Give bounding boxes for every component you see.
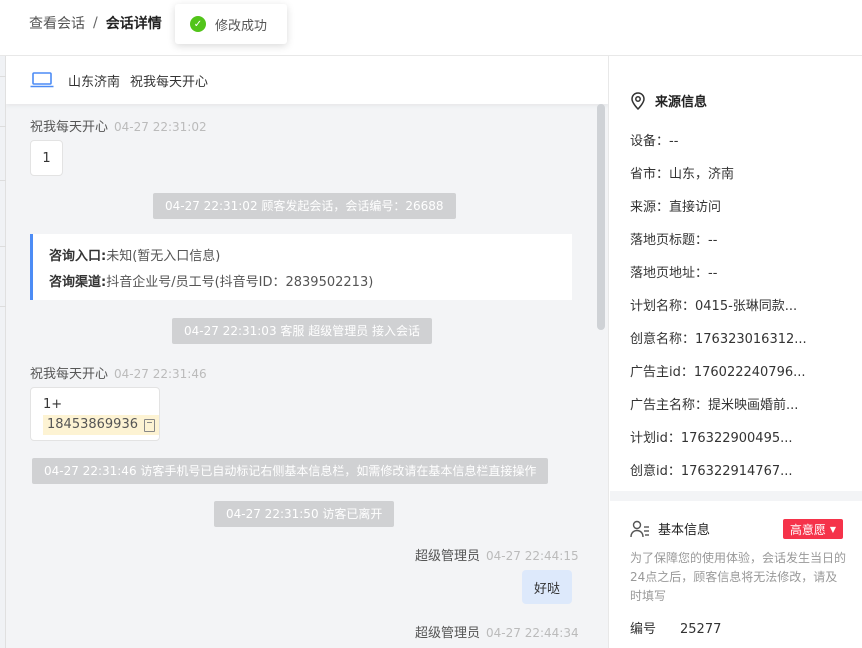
message-sender: 祝我每天开心: [30, 367, 109, 382]
chat-header: 山东济南 祝我每天开心: [6, 56, 608, 104]
intent-level-value: 高意愿: [789, 522, 826, 537]
source-field: 落地页标题：--: [630, 233, 718, 248]
phone-number-chip[interactable]: 18453869936: [43, 415, 159, 435]
caret-down-icon: ▼: [829, 524, 837, 534]
laptop-icon: [30, 72, 54, 88]
source-field: 省市：山东，济南: [630, 167, 735, 182]
info-sidebar: 来源信息 设备：-- 省市：山东，济南 来源：直接访问 落地页标题：-- 落地页…: [610, 56, 862, 648]
source-field: 计划id：176322900495...: [630, 431, 793, 446]
breadcrumb-separator: /: [93, 15, 98, 31]
section-divider: [610, 491, 862, 501]
system-message: 04-27 22:31:02 顾客发起会话，会话编号：26688: [153, 193, 456, 219]
customer-id-row: 编号 25277: [630, 618, 721, 637]
location-pin-icon: [631, 91, 645, 110]
breadcrumb-current: 会话详情: [105, 16, 162, 32]
phone-number: 18453869936: [47, 417, 138, 432]
breadcrumb-parent-link[interactable]: 查看会话: [29, 13, 85, 33]
message-meta: 超级管理员 04-27 22:44:15: [415, 545, 579, 564]
chat-panel: 山东济南 祝我每天开心 祝我每天开心 04-27 22:31:02 1 04-27…: [6, 56, 609, 648]
source-field: 落地页地址：--: [630, 266, 718, 281]
visitor-name: 祝我每天开心: [130, 74, 209, 90]
customer-id-value: 25277: [680, 622, 722, 637]
user-list-icon: [630, 520, 649, 537]
message-time: 04-27 22:31:02: [114, 120, 207, 134]
message-time: 04-27 22:44:34: [486, 626, 579, 640]
source-field: 广告主id：176022240796...: [630, 365, 806, 380]
entry-value: 未知(暂无入口信息): [106, 249, 221, 264]
message-sender: 祝我每天开心: [30, 120, 109, 135]
channel-value: 抖音企业号/员工号(抖音号ID：2839502213): [106, 275, 374, 290]
source-field: 创意名称：176323016312...: [630, 332, 807, 347]
success-toast: ✓ 修改成功: [175, 4, 287, 44]
source-field: 计划名称：0415-张琳同款...: [630, 299, 798, 314]
page-header: 查看会话 / 会话详情 ✓ 修改成功: [0, 0, 862, 56]
message-meta: 祝我每天开心 04-27 22:31:46: [30, 363, 207, 382]
message-meta: 超级管理员 04-27 22:44:34: [415, 622, 579, 641]
chat-scrollbar[interactable]: [597, 104, 605, 330]
section-title-text: 来源信息: [655, 95, 708, 110]
copy-icon[interactable]: [143, 418, 155, 432]
edit-notice: 为了保障您的使用体验，会话发生当日的24点之后，顾客信息将无法修改，请及时填写: [630, 551, 847, 603]
system-message: 04-27 22:31:50 访客已离开: [214, 501, 395, 527]
message-text: 1+: [43, 397, 63, 412]
agent-reply-bubble: 好哒: [522, 570, 572, 604]
visitor-location: 山东济南: [68, 74, 121, 90]
session-detail-page: 查看会话 / 会话详情 ✓ 修改成功 山东济南 祝我每天开心 祝我每天开心 04-…: [0, 0, 862, 648]
toast-message: 修改成功: [215, 18, 268, 34]
entry-label: 咨询入口:: [49, 249, 107, 264]
intent-level-dropdown[interactable]: 高意愿 ▼: [783, 519, 843, 539]
source-info-title: 来源信息: [630, 91, 707, 110]
basic-info-title: 基本信息: [630, 519, 710, 538]
message-time: 04-27 22:31:46: [114, 367, 207, 381]
section-title-text: 基本信息: [658, 523, 711, 538]
message-bubble: 1: [30, 140, 63, 176]
message-time: 04-27 22:44:15: [486, 549, 579, 563]
breadcrumb: 查看会话 / 会话详情: [29, 13, 162, 33]
consult-info-card: 咨询入口:未知(暂无入口信息) 咨询渠道:抖音企业号/员工号(抖音号ID：283…: [30, 234, 572, 300]
check-circle-icon: ✓: [190, 16, 206, 32]
message-bubble: 1+ 18453869936: [30, 387, 160, 441]
channel-label: 咨询渠道:: [49, 275, 107, 290]
message-sender: 超级管理员: [415, 626, 481, 641]
source-field: 来源：直接访问: [630, 200, 722, 215]
system-message: 04-27 22:31:46 访客手机号已自动标记右侧基本信息栏，如需修改请在基…: [32, 458, 549, 484]
customer-id-label: 编号: [630, 622, 657, 637]
source-field: 广告主名称：提米映画婚前...: [630, 398, 799, 413]
message-meta: 祝我每天开心 04-27 22:31:02: [30, 116, 207, 135]
system-message: 04-27 22:31:03 客服 超级管理员 接入会话: [172, 318, 433, 344]
source-field: 设备：--: [630, 134, 679, 149]
message-sender: 超级管理员: [415, 549, 481, 564]
source-field: 创意id：176322914767...: [630, 464, 793, 479]
